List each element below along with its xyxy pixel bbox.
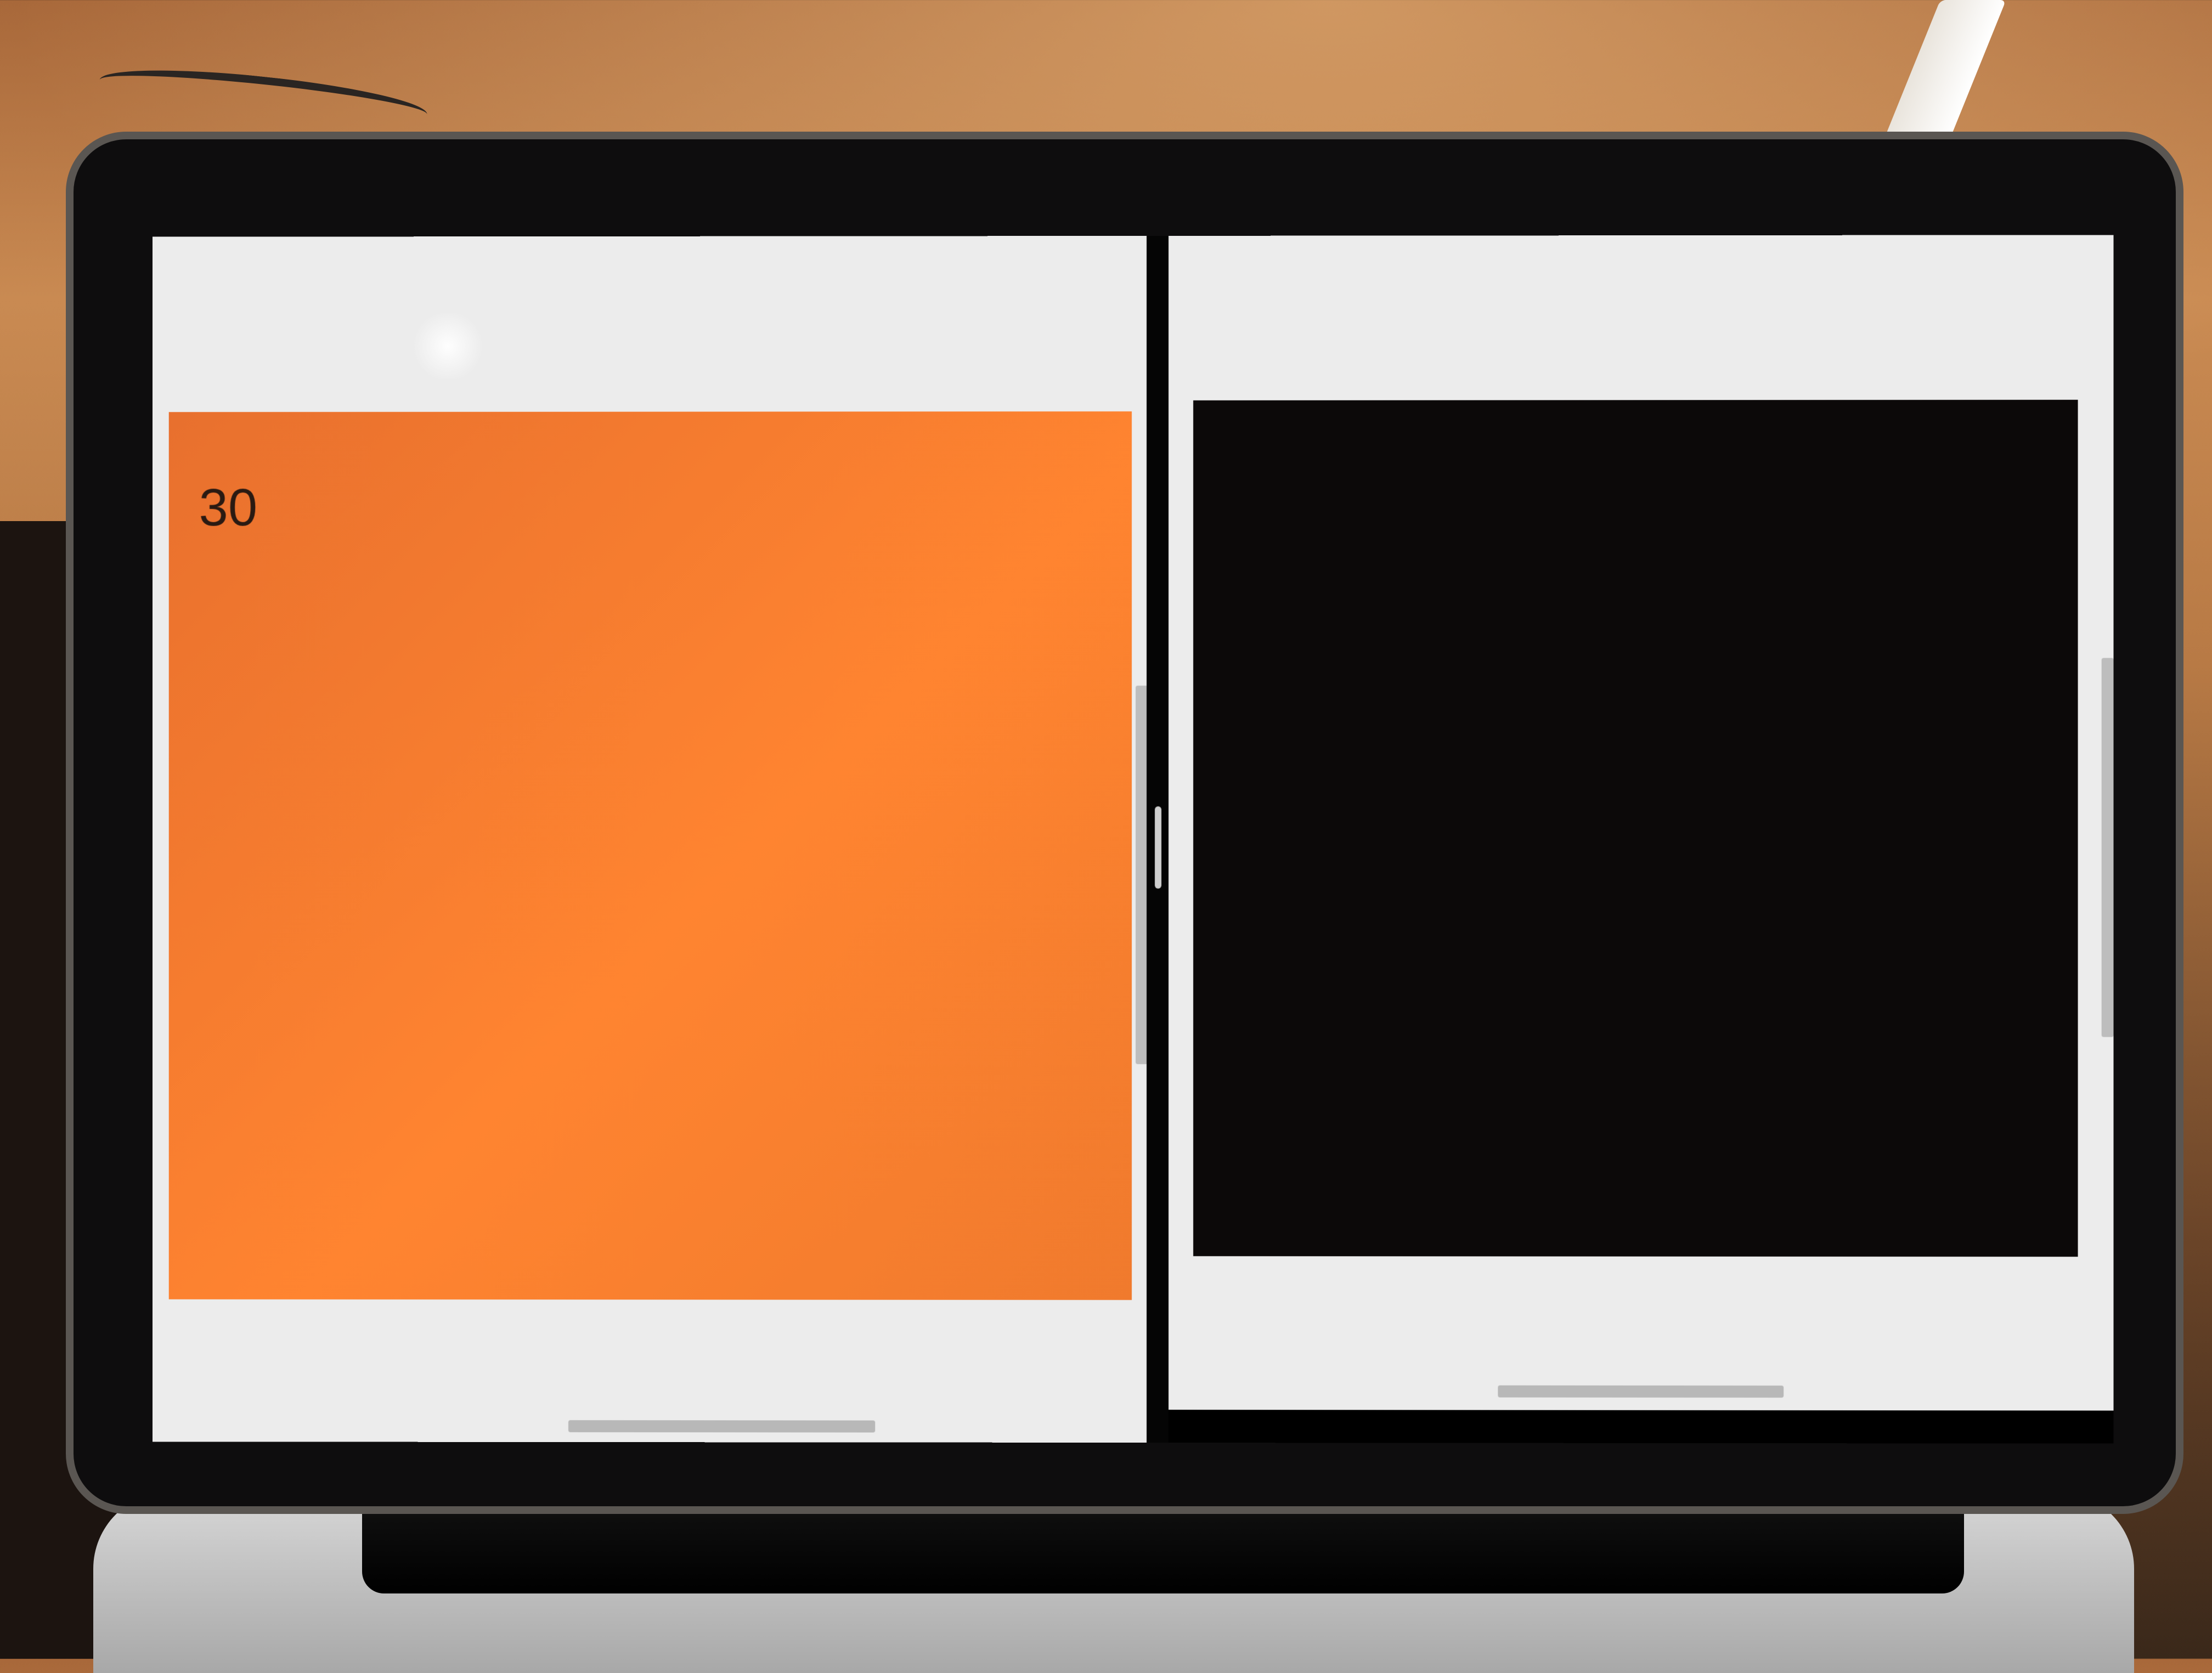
orange-block[interactable]: 30 [169, 411, 1132, 1300]
block-number-label: 30 [199, 478, 257, 538]
black-block[interactable] [1193, 400, 2078, 1257]
split-view-handle[interactable] [1155, 806, 1161, 889]
right-horizontal-scrollbar[interactable] [1498, 1386, 1784, 1398]
right-pane[interactable] [1169, 235, 2114, 1410]
left-vertical-scrollbar[interactable] [1136, 686, 1147, 1064]
right-vertical-scrollbar[interactable] [2102, 658, 2114, 1037]
left-horizontal-scrollbar[interactable] [568, 1420, 875, 1433]
left-pane[interactable]: 30 [153, 236, 1147, 1443]
screen: 30 [153, 235, 2114, 1443]
light-reflection [410, 313, 487, 379]
